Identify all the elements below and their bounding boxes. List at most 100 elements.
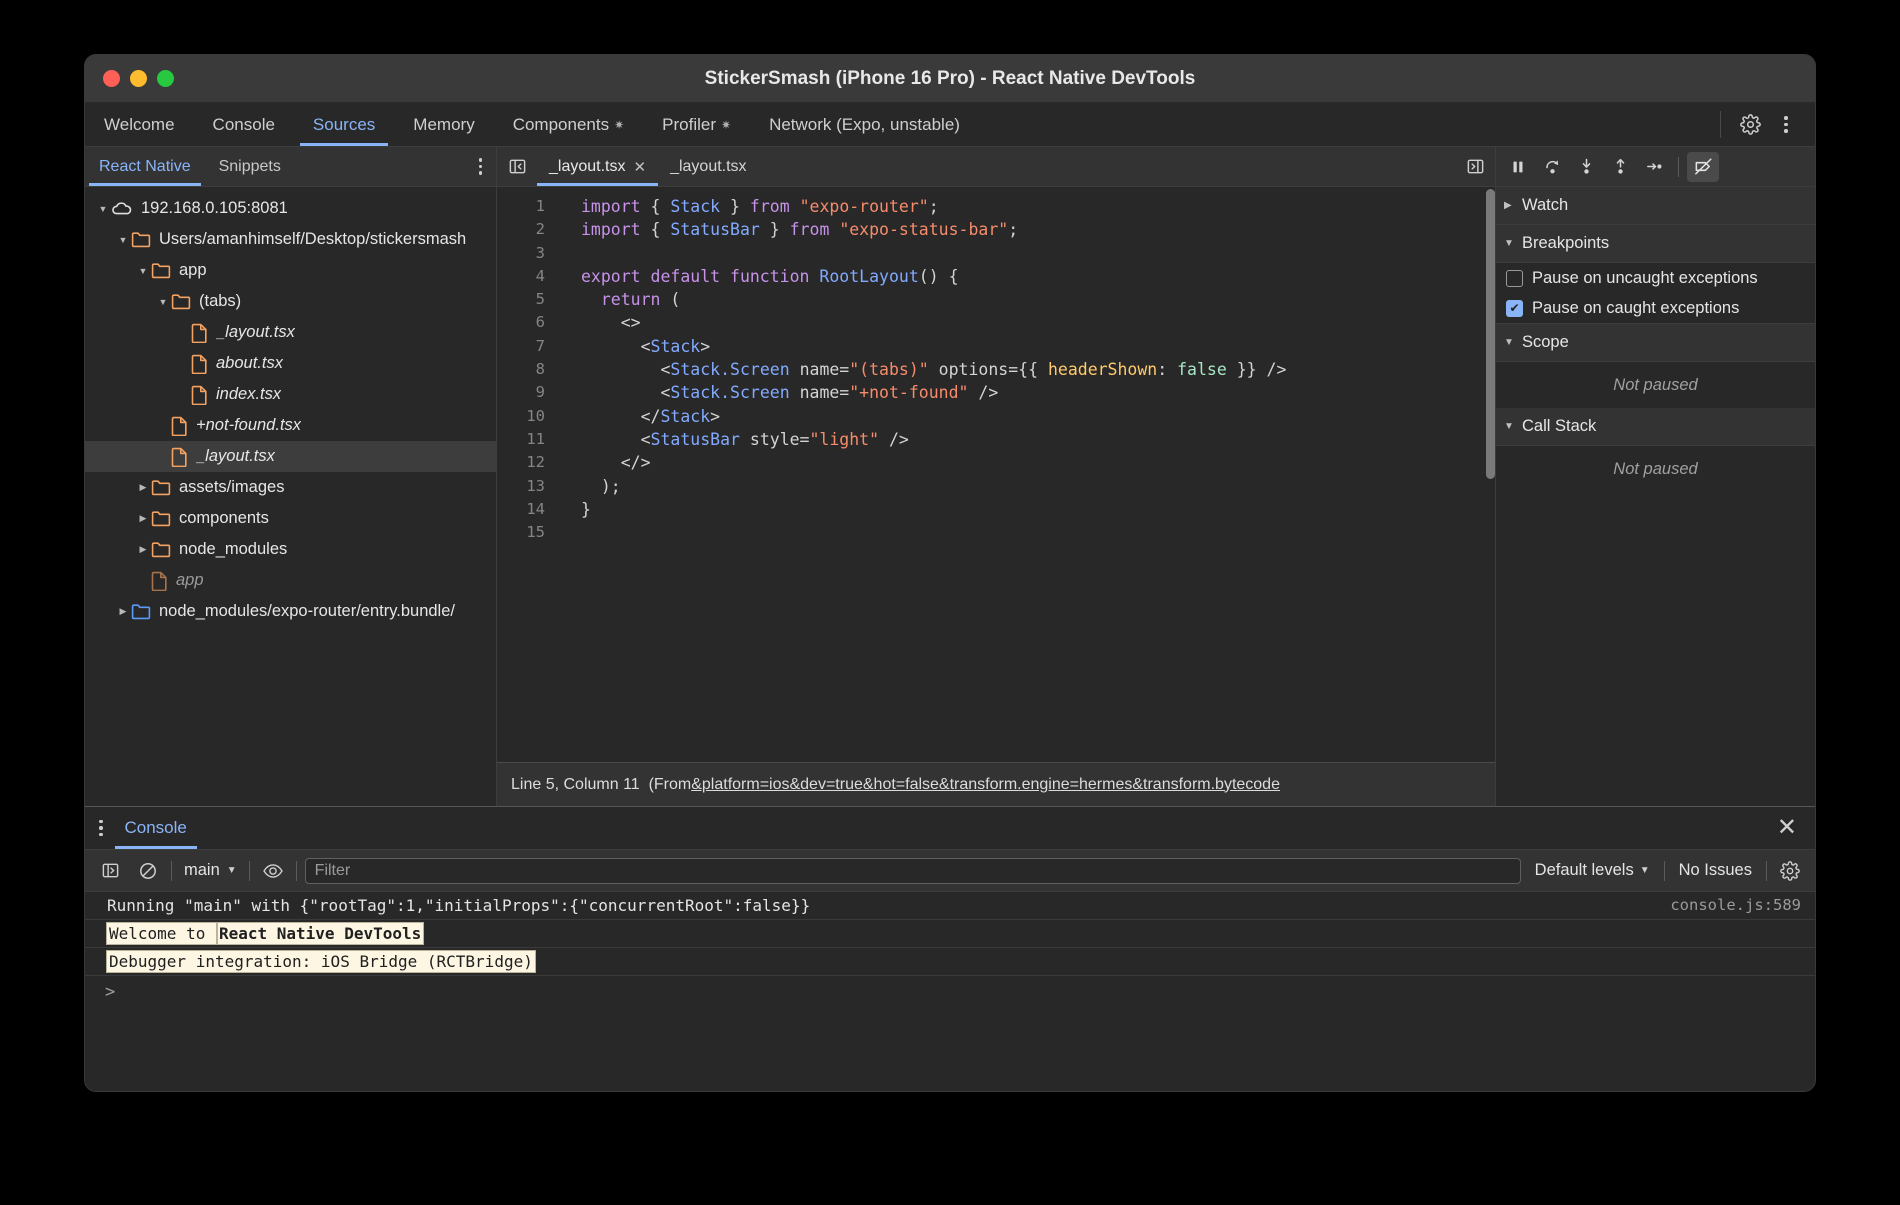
gear-icon[interactable] [1775,856,1805,886]
console-sidebar-icon[interactable] [95,856,125,886]
chevron-down-icon[interactable] [155,297,171,307]
tab-components[interactable]: Components ✷ [494,103,643,146]
nav-tab-label: Snippets [219,158,281,176]
chevron-down-icon[interactable] [135,266,151,276]
drawer-more-button[interactable] [85,807,115,849]
code-line: 8 <Stack.Screen name="(tabs)" options={{… [497,358,1484,381]
line-number[interactable]: 14 [497,498,559,521]
line-number[interactable]: 1 [497,195,559,218]
line-number[interactable]: 15 [497,521,559,544]
filter-input[interactable] [305,858,1521,884]
deactivate-breakpoints-icon[interactable] [1687,152,1719,182]
pause-uncaught-exceptions-row[interactable]: Pause on uncaught exceptions [1496,263,1815,293]
close-window-button[interactable] [103,70,120,87]
tree-item[interactable]: _layout.tsx [85,441,496,472]
editor-scrollbar-thumb[interactable] [1486,189,1495,479]
code-line-text: </> [559,451,651,474]
line-number[interactable]: 9 [497,381,559,404]
pause-resume-icon[interactable] [1502,152,1534,182]
pause-uncaught-exceptions-checkbox[interactable] [1506,270,1523,287]
step-over-icon[interactable] [1536,152,1568,182]
tree-item[interactable]: _layout.tsx [85,317,496,348]
tree-item[interactable]: assets/images [85,472,496,503]
tree-item-label: _layout.tsx [196,447,275,466]
step-icon[interactable] [1638,152,1670,182]
tree-item[interactable]: node_modules/expo-router/entry.bundle/ [85,596,496,627]
tab-console[interactable]: Console [194,103,294,146]
line-number[interactable]: 4 [497,265,559,288]
tree-item[interactable]: app [85,255,496,286]
editor-scrollbar[interactable] [1484,187,1495,762]
tab-network[interactable]: Network (Expo, unstable) [750,103,979,146]
editor-tab-layout-second[interactable]: _layout.tsx [658,147,758,186]
debugger-section-breakpoints[interactable]: ▼ Breakpoints [1496,225,1815,263]
tab-memory[interactable]: Memory [394,103,493,146]
tree-item[interactable]: components [85,503,496,534]
issues-counter[interactable]: No Issues [1673,861,1758,880]
chevron-right-icon[interactable] [135,513,151,524]
line-number[interactable]: 11 [497,428,559,451]
debugger-section-scope[interactable]: ▼ Scope [1496,324,1815,362]
tree-item[interactable]: (tabs) [85,286,496,317]
close-icon[interactable]: ✕ [1777,807,1815,849]
step-out-icon[interactable] [1604,152,1636,182]
nav-tab-react-native[interactable]: React Native [85,147,205,186]
console-message-source[interactable]: console.js:589 [1670,896,1801,914]
pause-caught-exceptions-checkbox[interactable] [1506,300,1523,317]
code-editor[interactable]: 1import { Stack } from "expo-router";2im… [497,187,1495,762]
debugger-section-call-stack[interactable]: ▼ Call Stack [1496,408,1815,446]
chevron-right-icon[interactable] [135,482,151,493]
line-number[interactable]: 3 [497,242,559,265]
live-expression-icon[interactable] [258,856,288,886]
code-line-text: export default function RootLayout() { [559,265,959,288]
source-origin-prefix: (From [649,776,692,794]
source-origin-link[interactable]: &platform=ios&dev=true&hot=false&transfo… [691,776,1280,794]
tab-profiler[interactable]: Profiler ✷ [643,103,750,146]
console-prompt[interactable]: > [85,976,1815,1008]
line-number[interactable]: 8 [497,358,559,381]
log-levels-selector[interactable]: Default levels ▼ [1529,861,1656,880]
window-controls [85,70,174,87]
editor-tab-layout-active[interactable]: _layout.tsx ✕ [537,147,658,186]
tree-item[interactable]: app [85,565,496,596]
chevron-right-icon[interactable] [115,606,131,617]
window-titlebar: StickerSmash (iPhone 16 Pro) - React Nat… [85,55,1815,103]
gear-icon[interactable] [1735,110,1765,140]
tree-item[interactable]: Users/amanhimself/Desktop/stickersmash [85,224,496,255]
navigator-more-button[interactable] [479,147,497,186]
chevron-down-icon[interactable] [115,235,131,245]
tab-welcome[interactable]: Welcome [85,103,194,146]
line-number[interactable]: 6 [497,311,559,334]
execution-context-selector[interactable]: main ▼ [180,861,241,880]
tree-item[interactable]: 192.168.0.105:8081 [85,193,496,224]
code-line: 13 ); [497,475,1484,498]
line-number[interactable]: 12 [497,451,559,474]
chevron-right-icon[interactable] [135,544,151,555]
code-line: 9 <Stack.Screen name="+not-found" /> [497,381,1484,404]
sources-panel: React Native Snippets 192.168.0.105:8081… [85,147,1815,806]
minimize-window-button[interactable] [130,70,147,87]
nav-tab-snippets[interactable]: Snippets [205,147,295,186]
drawer-tab-console[interactable]: Console [115,807,197,849]
line-number[interactable]: 7 [497,335,559,358]
line-number[interactable]: 13 [497,475,559,498]
tree-item[interactable]: node_modules [85,534,496,565]
pause-caught-exceptions-row[interactable]: Pause on caught exceptions [1496,293,1815,323]
debugger-section-watch[interactable]: ▶ Watch [1496,187,1815,225]
tree-item[interactable]: index.tsx [85,379,496,410]
tree-item[interactable]: about.tsx [85,348,496,379]
chevron-down-icon[interactable] [95,204,111,214]
clear-console-icon[interactable] [133,856,163,886]
line-number[interactable]: 10 [497,405,559,428]
tree-item[interactable]: +not-found.tsx [85,410,496,441]
line-number[interactable]: 5 [497,288,559,311]
line-number[interactable]: 2 [497,218,559,241]
kebab-menu-icon[interactable] [1771,110,1801,140]
tab-sources[interactable]: Sources [294,103,394,146]
close-icon[interactable]: ✕ [633,158,646,176]
zoom-window-button[interactable] [157,70,174,87]
call-stack-empty-message: Not paused [1496,446,1815,492]
show-navigator-icon[interactable] [497,147,537,186]
step-into-icon[interactable] [1570,152,1602,182]
show-debugger-icon[interactable] [1466,147,1495,186]
